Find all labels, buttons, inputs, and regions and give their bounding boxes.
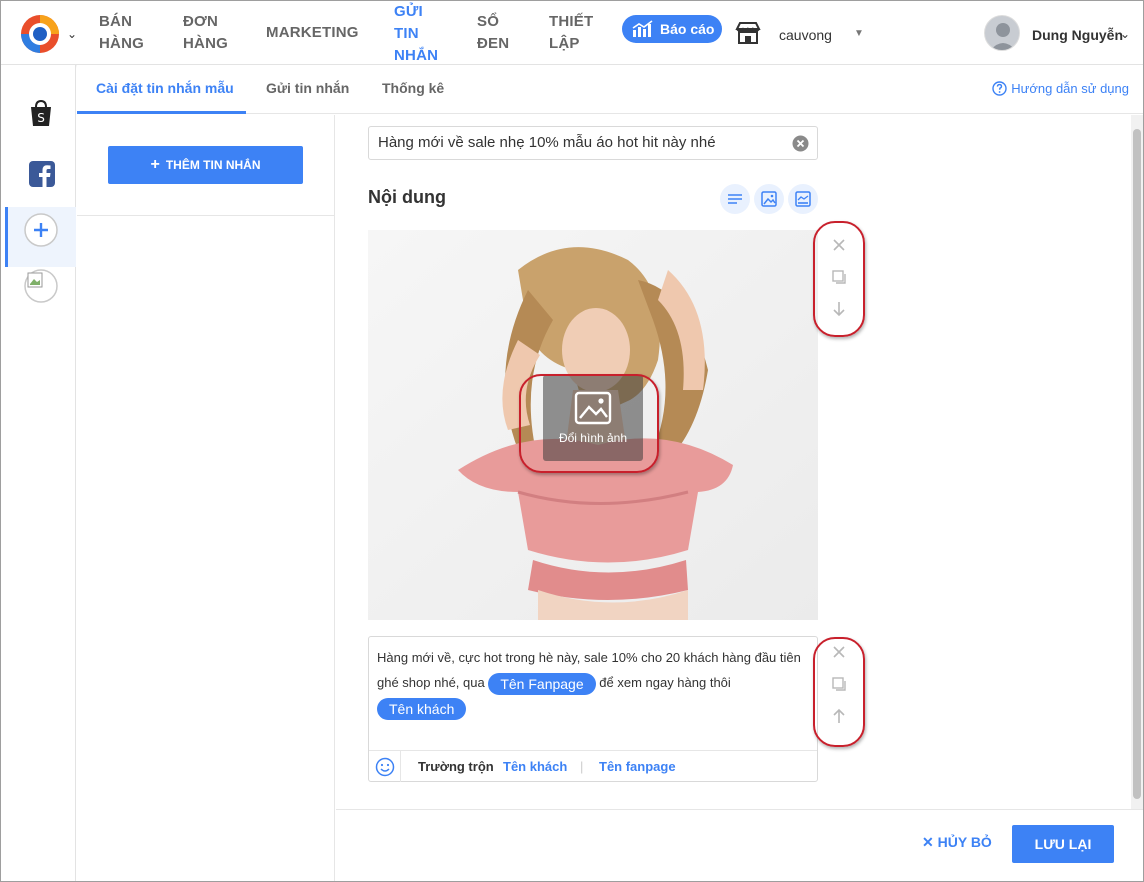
add-channel-icon[interactable] — [24, 213, 58, 247]
insert-fanpage-name-link[interactable]: Tên fanpage — [599, 759, 676, 774]
help-link[interactable]: Hướng dẫn sử dụng — [992, 81, 1129, 96]
user-silhouette-icon — [990, 23, 1016, 50]
app-logo-icon[interactable] — [19, 13, 61, 55]
nav-label: THIẾT — [549, 13, 594, 30]
image-block-tools — [818, 229, 860, 325]
image-card-icon — [795, 191, 811, 207]
question-circle-icon — [992, 81, 1007, 96]
emoji-button[interactable] — [369, 751, 401, 782]
caret-down-icon[interactable]: ▼ — [854, 28, 864, 39]
nav-label: HÀNG — [99, 35, 144, 52]
nav-label: LẬP — [549, 35, 580, 52]
nav-thiet-lap[interactable]: THIẾT LẬP — [549, 11, 593, 55]
shopee-icon[interactable]: S — [29, 99, 53, 127]
add-image-button[interactable] — [754, 184, 784, 214]
delete-block-icon[interactable] — [827, 229, 851, 261]
nav-label: ĐEN — [477, 35, 510, 52]
add-image-text-button[interactable] — [788, 184, 818, 214]
nav-gui-tin-nhan[interactable]: GỬI TIN NHẮN — [394, 1, 438, 67]
app-window: ⌄ BÁN HÀNG ĐƠN HÀNG MARKETING GỬI TIN NH… — [0, 0, 1144, 882]
move-up-icon[interactable] — [827, 700, 851, 732]
save-button[interactable]: LƯU LẠI — [1012, 825, 1114, 863]
text-block-tools — [818, 636, 860, 732]
customer-chip[interactable]: Tên khách — [377, 697, 467, 720]
merge-fields-label: Trường trộn — [418, 759, 494, 774]
nav-so-den[interactable]: SỔ ĐEN — [477, 11, 509, 55]
text-lines-icon — [728, 194, 742, 204]
cancel-button[interactable]: ✕ HỦY BỎ — [922, 834, 992, 851]
delete-block-icon[interactable] — [827, 636, 851, 668]
merge-fields-bar: Trường trộn Tên khách | Tên fanpage — [369, 750, 817, 782]
tab-cai-dat-tin-nhan-mau[interactable]: Cài đặt tin nhắn mẫu — [96, 80, 234, 96]
smiley-icon — [375, 757, 394, 776]
sub-tabs: Cài đặt tin nhắn mẫu Gửi tin nhắn Thống … — [77, 65, 1143, 114]
close-icon: ✕ — [922, 834, 934, 850]
help-link-label: Hướng dẫn sử dụng — [1011, 81, 1129, 96]
scrollbar-thumb[interactable] — [1133, 129, 1141, 799]
merge-separator: | — [580, 759, 584, 774]
svg-text:S: S — [37, 111, 45, 125]
message-text-block[interactable]: Hàng mới về, cực hot trong hè này, sale … — [368, 636, 818, 782]
move-down-icon[interactable] — [827, 293, 851, 325]
channel-rail: S — [1, 65, 76, 881]
nav-label: ĐƠN — [183, 13, 219, 30]
facebook-icon[interactable] — [29, 161, 55, 187]
broken-image-icon[interactable] — [24, 269, 58, 303]
nav-label: SỔ — [477, 13, 500, 30]
message-title-value: Hàng mới về sale nhẹ 10% mẫu áo hot hit … — [378, 134, 716, 151]
duplicate-block-icon[interactable] — [827, 668, 851, 700]
cancel-label: HỦY BỎ — [937, 834, 992, 850]
insert-customer-name-link[interactable]: Tên khách — [503, 759, 567, 774]
highlight-ring — [519, 374, 659, 473]
duplicate-block-icon[interactable] — [827, 261, 851, 293]
content-heading: Nội dung — [368, 187, 446, 207]
message-image[interactable]: Đổi hình ảnh — [368, 230, 818, 620]
tab-thong-ke[interactable]: Thống kê — [382, 80, 444, 96]
list-divider — [77, 215, 335, 216]
message-title-input[interactable]: Hàng mới về sale nhẹ 10% mẫu áo hot hit … — [368, 126, 818, 160]
nav-ban-hang[interactable]: BÁN HÀNG — [99, 11, 144, 55]
store-icon[interactable] — [735, 21, 761, 45]
nav-marketing[interactable]: MARKETING — [266, 22, 359, 44]
message-text-part2: để xem ngay hàng thôi — [599, 675, 731, 690]
action-bar: ✕ HỦY BỎ LƯU LẠI — [336, 809, 1143, 881]
add-message-button[interactable]: + THÊM TIN NHẮN — [108, 146, 303, 184]
message-text-body[interactable]: Hàng mới về, cực hot trong hè này, sale … — [377, 645, 809, 720]
save-label: LƯU LẠI — [1034, 836, 1092, 852]
clear-input-icon[interactable] — [792, 135, 809, 152]
nav-label: HÀNG — [183, 35, 228, 52]
report-button[interactable]: Báo cáo — [622, 15, 722, 43]
add-message-label: THÊM TIN NHẮN — [165, 158, 261, 172]
user-chevron-down-icon[interactable]: ⌄ — [1120, 27, 1130, 41]
top-navbar: ⌄ BÁN HÀNG ĐƠN HÀNG MARKETING GỬI TIN NH… — [1, 1, 1143, 65]
avatar[interactable] — [984, 15, 1020, 51]
logo-chevron-down-icon[interactable]: ⌄ — [67, 27, 77, 41]
add-text-button[interactable] — [720, 184, 750, 214]
nav-label: TIN — [394, 25, 419, 42]
active-tab-underline — [77, 111, 246, 114]
user-name[interactable]: Dung Nguyễn — [1032, 27, 1123, 43]
editor-scrollbar[interactable] — [1131, 115, 1143, 809]
nav-don-hang[interactable]: ĐƠN HÀNG — [183, 11, 228, 55]
bar-chart-icon — [632, 20, 653, 37]
nav-label: NHẮN — [394, 47, 439, 64]
fanpage-chip[interactable]: Tên Fanpage — [488, 672, 596, 695]
shop-name[interactable]: cauvong — [779, 27, 832, 43]
nav-label: GỬI — [394, 3, 423, 20]
image-icon — [761, 191, 777, 207]
message-editor: Hàng mới về sale nhẹ 10% mẫu áo hot hit … — [336, 115, 1131, 809]
plus-icon: + — [150, 156, 160, 173]
report-label: Báo cáo — [660, 21, 715, 37]
nav-label: BÁN — [99, 13, 133, 30]
nav-label: MARKETING — [266, 24, 359, 41]
message-template-list: + THÊM TIN NHẮN — [77, 115, 335, 881]
tab-gui-tin-nhan[interactable]: Gửi tin nhắn — [266, 80, 349, 96]
